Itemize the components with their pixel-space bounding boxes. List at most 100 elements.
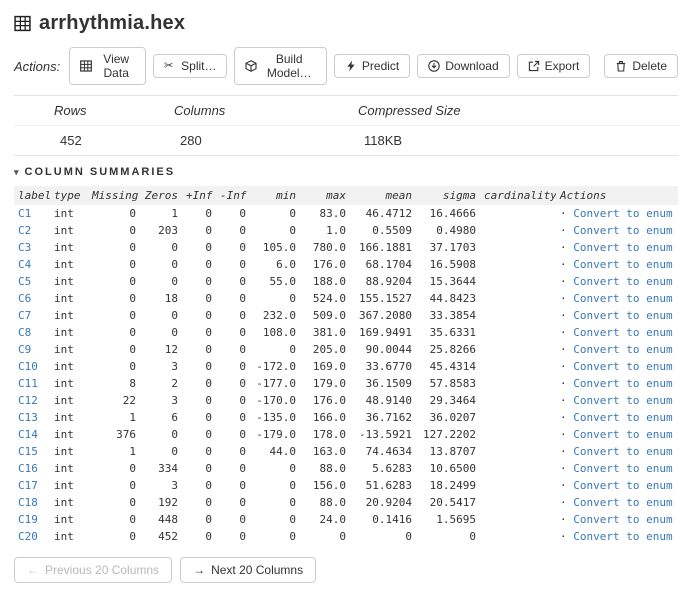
- column-label-link[interactable]: C1: [18, 207, 31, 220]
- column-label-link[interactable]: C19: [18, 513, 38, 526]
- compressed-size-header: Compressed Size: [358, 103, 461, 118]
- column-label-link[interactable]: C11: [18, 377, 38, 390]
- cell-max: 24.0: [319, 513, 347, 526]
- column-label-link[interactable]: C6: [18, 292, 31, 305]
- cell-label: C12: [14, 392, 50, 409]
- delete-button[interactable]: Delete: [604, 54, 678, 78]
- cell-zeros: 0: [171, 309, 178, 322]
- next-20-columns-button[interactable]: → Next 20 Columns: [180, 557, 317, 583]
- convert-to-enum-link[interactable]: Convert to enum: [573, 326, 672, 339]
- convert-to-enum-link[interactable]: Convert to enum: [573, 479, 672, 492]
- column-label-link[interactable]: C9: [18, 343, 31, 356]
- summary-row: C14 int 376 0 0 0 -179.0 178.0 -13.5921 127.2202 ·…: [14, 426, 678, 443]
- summary-row: C20 int 0 452 0 0 0 0 0 0 · Convert to enum: [14, 528, 678, 545]
- column-label-link[interactable]: C20: [18, 530, 38, 543]
- cell-cardinality: [480, 273, 556, 290]
- header-mean: mean: [350, 186, 416, 205]
- column-label-link[interactable]: C12: [18, 394, 38, 407]
- cell-actions: · Convert to enum: [556, 443, 678, 460]
- cell-actions: · Convert to enum: [556, 205, 678, 222]
- column-label-link[interactable]: C15: [18, 445, 38, 458]
- summary-row: C2 int 0 203 0 0 0 1.0 0.5509 0.4980 · Convert to …: [14, 222, 678, 239]
- cell-type: int: [54, 513, 74, 526]
- convert-to-enum-link[interactable]: Convert to enum: [573, 224, 672, 237]
- predict-button[interactable]: Predict: [333, 54, 411, 78]
- cell-cardinality: [480, 239, 556, 256]
- cell-mean: 68.1704: [365, 258, 412, 271]
- cell-zeros: 6: [171, 411, 178, 424]
- convert-to-enum-link[interactable]: Convert to enum: [573, 513, 672, 526]
- convert-to-enum-link[interactable]: Convert to enum: [573, 496, 672, 509]
- cube-icon: [245, 60, 258, 72]
- cell-max: 381.0: [312, 326, 346, 339]
- cell-mean: 90.0044: [365, 343, 412, 356]
- cell-mean: 48.9140: [365, 394, 412, 407]
- convert-to-enum-link[interactable]: Convert to enum: [573, 207, 672, 220]
- convert-to-enum-link[interactable]: Convert to enum: [573, 292, 672, 305]
- cell-cardinality: [480, 307, 556, 324]
- cell-type: int: [54, 530, 74, 543]
- cell-label: C10: [14, 358, 50, 375]
- action-separator-dot: ·: [560, 479, 574, 492]
- split-button[interactable]: ✂ Split…: [153, 54, 228, 78]
- cell-label: C5: [14, 273, 50, 290]
- convert-to-enum-link[interactable]: Convert to enum: [573, 377, 672, 390]
- cell-max: 1.0: [326, 224, 346, 237]
- column-label-link[interactable]: C8: [18, 326, 31, 339]
- convert-to-enum-link[interactable]: Convert to enum: [573, 445, 672, 458]
- convert-to-enum-link[interactable]: Convert to enum: [573, 428, 672, 441]
- frame-overview-table: Rows Columns Compressed Size 452 280 118…: [14, 95, 678, 156]
- cell-min: 0: [289, 530, 296, 543]
- convert-to-enum-link[interactable]: Convert to enum: [573, 530, 672, 543]
- cell-mean: 51.6283: [365, 479, 412, 492]
- summary-row: C3 int 0 0 0 0 105.0 780.0 166.1881 37.1703 · Conv…: [14, 239, 678, 256]
- convert-to-enum-link[interactable]: Convert to enum: [573, 411, 672, 424]
- convert-to-enum-link[interactable]: Convert to enum: [573, 394, 672, 407]
- export-button[interactable]: Export: [516, 54, 591, 78]
- column-label-link[interactable]: C16: [18, 462, 38, 475]
- column-label-link[interactable]: C7: [18, 309, 31, 322]
- build-model-button[interactable]: Build Model…: [234, 47, 327, 85]
- convert-to-enum-link[interactable]: Convert to enum: [573, 309, 672, 322]
- cell-neg-inf: 0: [239, 428, 246, 441]
- column-label-link[interactable]: C14: [18, 428, 38, 441]
- cell-label: C13: [14, 409, 50, 426]
- convert-to-enum-link[interactable]: Convert to enum: [573, 275, 672, 288]
- column-label-link[interactable]: C2: [18, 224, 31, 237]
- cell-actions: · Convert to enum: [556, 426, 678, 443]
- delete-label: Delete: [632, 59, 667, 73]
- column-label-link[interactable]: C5: [18, 275, 31, 288]
- column-summaries-toggle[interactable]: ▾ COLUMN SUMMARIES: [14, 166, 678, 178]
- cell-neg-inf: 0: [239, 513, 246, 526]
- column-label-link[interactable]: C4: [18, 258, 31, 271]
- column-label-link[interactable]: C13: [18, 411, 38, 424]
- cell-type: int: [54, 224, 74, 237]
- split-label: Split…: [181, 59, 217, 73]
- cell-zeros: 0: [171, 258, 178, 271]
- cell-cardinality: [480, 290, 556, 307]
- cell-max: 88.0: [319, 496, 347, 509]
- summary-row: C9 int 0 12 0 0 0 205.0 90.0044 25.8266 · Convert …: [14, 341, 678, 358]
- column-label-link[interactable]: C17: [18, 479, 38, 492]
- view-data-button[interactable]: View Data: [69, 47, 147, 85]
- cell-min: -170.0: [256, 394, 296, 407]
- convert-to-enum-link[interactable]: Convert to enum: [573, 343, 672, 356]
- header-zeros: Zeros: [140, 186, 182, 205]
- grid-icon: [80, 60, 93, 72]
- cell-mean: 169.9491: [359, 326, 412, 339]
- cell-missing: 0: [129, 224, 136, 237]
- cell-pos-inf: 0: [205, 309, 212, 322]
- convert-to-enum-link[interactable]: Convert to enum: [573, 360, 672, 373]
- column-label-link[interactable]: C3: [18, 241, 31, 254]
- summaries-table-body: C1 int 0 1 0 0 0 83.0 46.4712 16.4666 · Convert to…: [14, 205, 678, 545]
- cell-pos-inf: 0: [205, 530, 212, 543]
- convert-to-enum-link[interactable]: Convert to enum: [573, 462, 672, 475]
- cell-max: 205.0: [312, 343, 346, 356]
- column-label-link[interactable]: C18: [18, 496, 38, 509]
- right-arrow-icon: →: [193, 563, 206, 577]
- download-button[interactable]: Download: [417, 54, 510, 78]
- convert-to-enum-link[interactable]: Convert to enum: [573, 258, 672, 271]
- column-label-link[interactable]: C10: [18, 360, 38, 373]
- actions-label: Actions:: [14, 58, 61, 74]
- convert-to-enum-link[interactable]: Convert to enum: [573, 241, 672, 254]
